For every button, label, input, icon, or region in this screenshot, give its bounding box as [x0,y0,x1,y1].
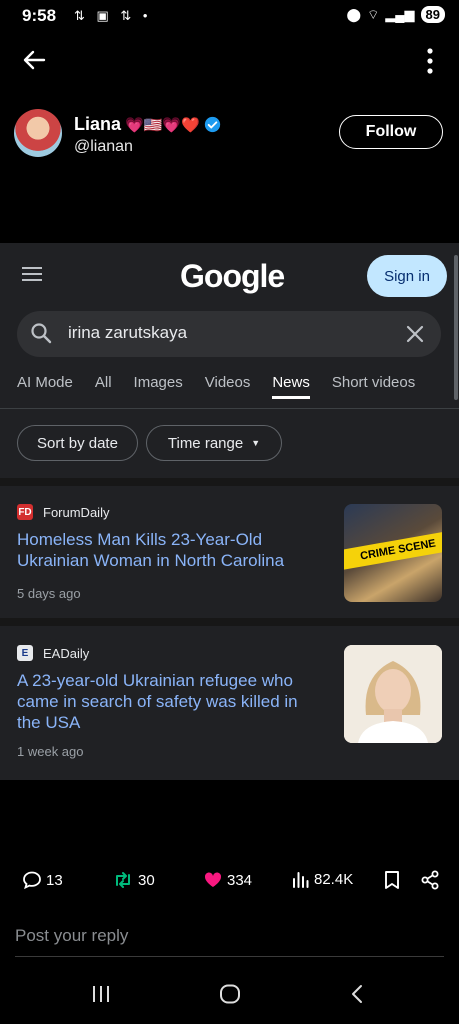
views-count: 82.4K [314,870,354,888]
more-options-icon[interactable] [425,48,435,74]
result-time: 5 days ago [17,586,81,601]
views-button[interactable]: 82.4K [292,870,353,888]
reply-input[interactable]: Post your reply [15,926,128,946]
reply-button[interactable]: 13 [22,870,63,890]
result-headline[interactable]: A 23-year-old Ukrainian refugee who came… [17,670,317,733]
heart-icon [204,872,222,887]
portrait-image [344,645,442,743]
follow-button[interactable]: Follow [339,115,443,149]
sign-in-button[interactable]: Sign in [367,255,447,297]
crime-scene-thumbnail[interactable]: CRIME SCENE [344,504,442,602]
result-source: ForumDaily [43,505,110,520]
views-icon [293,872,309,888]
google-logo: Google [180,258,285,294]
tab-videos[interactable]: Videos [205,374,251,399]
profile-emojis: 💗🇺🇸💗❤️ [125,116,200,134]
search-input[interactable]: irina zarutskaya [68,323,187,343]
chip-label: Sort by date [37,434,118,452]
reply-underline [15,956,444,957]
reply-icon [23,871,41,890]
result-headline[interactable]: Homeless Man Kills 23-Year-Old Ukrainian… [17,529,317,571]
reply-count: 13 [46,871,63,889]
search-tabs: AI Mode All Images Videos News Short vid… [17,374,415,399]
eadaily-logo-icon: E [17,645,33,661]
section-separator [0,618,459,626]
search-icon [31,323,52,344]
retweet-count: 30 [138,871,155,889]
tweet-actions: 13 30 334 82.4K [0,862,459,896]
android-nav-bar [0,970,459,1024]
status-bar: 9:58 ⇅ ▣ ⇅ • ⬤ ⌔ ▂▄▆ 89 [0,0,459,32]
result-time: 1 week ago [17,744,84,759]
profile-name: Liana [74,114,122,134]
section-separator [0,478,459,486]
avatar[interactable] [14,109,62,157]
recent-apps-icon[interactable] [91,985,111,1003]
tabs-divider [0,408,459,409]
thumbnail-caption: CRIME SCENE [344,529,442,571]
battery-icon: 89 [420,6,445,23]
portrait-thumbnail[interactable] [344,645,442,743]
hamburger-menu-icon[interactable] [22,266,42,282]
tab-all[interactable]: All [95,374,112,399]
like-count: 334 [227,871,253,889]
retweet-icon [116,872,130,888]
like-button[interactable]: 334 [203,870,252,890]
back-arrow-icon[interactable] [20,46,48,74]
location-icon: ⬤ [346,6,362,22]
clear-icon[interactable] [406,325,424,343]
sort-by-date-chip[interactable]: Sort by date [17,425,138,461]
forumdaily-logo-icon: FD [17,504,33,520]
tab-ai-mode[interactable]: AI Mode [17,374,73,399]
wifi-icon: ⌔ [367,6,380,22]
status-time: 9:58 [22,6,57,25]
verified-badge-icon [204,116,220,133]
home-icon[interactable] [219,984,241,1004]
nav-back-icon[interactable] [350,984,364,1004]
scrollbar[interactable] [454,255,458,400]
share-icon[interactable] [420,870,440,890]
tab-news[interactable]: News [272,374,310,399]
notification-icons: ⇅ ▣ ⇅ • [74,8,152,23]
bookmark-icon[interactable] [383,870,401,890]
profile-handle[interactable]: @lianan [74,138,133,156]
tab-short-videos[interactable]: Short videos [332,374,415,399]
retweet-button[interactable]: 30 [112,870,155,890]
signal-icon: ▂▄▆ [385,6,415,22]
result-source: EADaily [43,646,90,661]
chip-label: Time range [167,434,244,452]
status-right: ⬤ ⌔ ▂▄▆ 89 [347,6,445,23]
dropdown-arrow-icon: ▼ [251,438,261,448]
tab-images[interactable]: Images [134,374,183,399]
profile-name-row[interactable]: Liana 💗🇺🇸💗❤️ [74,114,221,135]
time-range-chip[interactable]: Time range ▼ [146,425,282,461]
